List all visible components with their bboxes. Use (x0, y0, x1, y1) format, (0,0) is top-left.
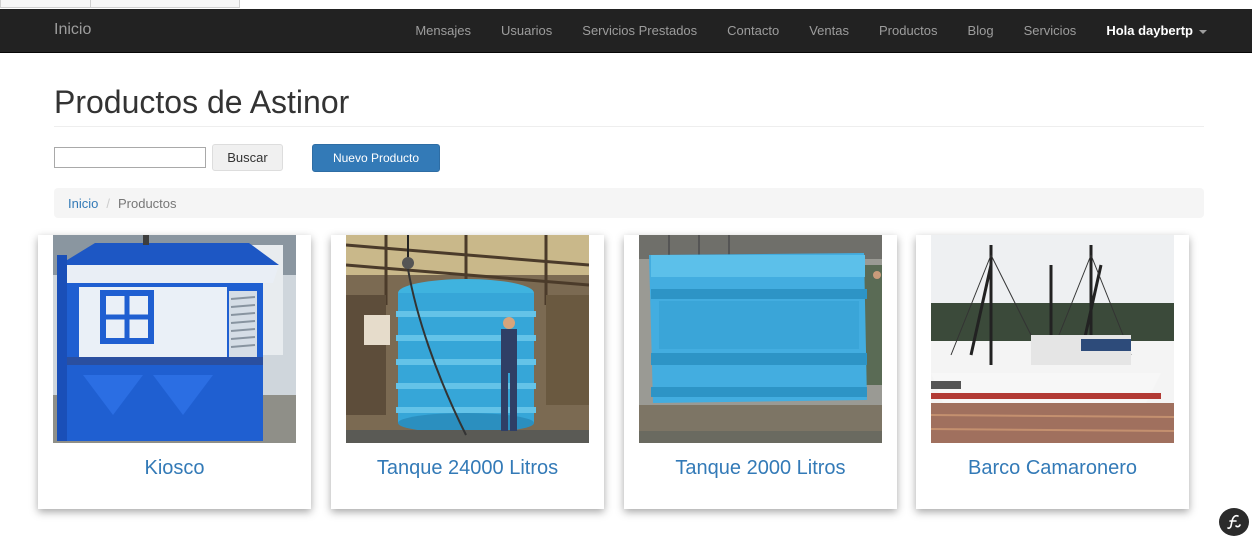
navbar: Inicio Mensajes Usuarios Servicios Prest… (0, 9, 1252, 53)
user-menu-label: Hola daybertp (1106, 23, 1193, 38)
product-card-barco-camaronero[interactable]: Barco Camaronero (916, 235, 1189, 509)
nav-item-contacto[interactable]: Contacto (727, 23, 779, 38)
nav-item-productos[interactable]: Productos (879, 23, 938, 38)
breadcrumb: Inicio / Productos (54, 188, 1204, 218)
product-image-kiosco[interactable] (53, 235, 296, 443)
browser-tab (0, 0, 92, 8)
caret-down-icon (1199, 29, 1207, 34)
nav-item-mensajes[interactable]: Mensajes (415, 23, 471, 38)
product-name[interactable]: Barco Camaronero (916, 457, 1189, 480)
product-card-kiosco[interactable]: Kiosco (38, 235, 311, 509)
nav-item-servicios-prestados[interactable]: Servicios Prestados (582, 23, 697, 38)
product-name[interactable]: Tanque 24000 Litros (331, 457, 604, 480)
nav-item-servicios[interactable]: Servicios (1024, 23, 1077, 38)
product-name[interactable]: Tanque 2000 Litros (624, 457, 897, 480)
product-name[interactable]: Kiosco (38, 457, 311, 480)
product-image-tanque-2000[interactable] (639, 235, 882, 443)
nav-item-usuarios[interactable]: Usuarios (501, 23, 552, 38)
product-card-tanque-24000[interactable]: Tanque 24000 Litros (331, 235, 604, 509)
product-image-tanque-24000[interactable] (346, 235, 589, 443)
title-divider (54, 126, 1204, 127)
browser-top-strip (0, 0, 1252, 9)
nav-item-ventas[interactable]: Ventas (809, 23, 849, 38)
search-input[interactable] (54, 147, 206, 168)
breadcrumb-home[interactable]: Inicio (68, 196, 98, 211)
search-button[interactable]: Buscar (212, 144, 283, 171)
new-product-button[interactable]: Nuevo Producto (312, 144, 440, 172)
symfony-logo (1227, 514, 1241, 529)
nav-item-blog[interactable]: Blog (968, 23, 994, 38)
product-card-tanque-2000[interactable]: Tanque 2000 Litros (624, 235, 897, 509)
navbar-brand[interactable]: Inicio (54, 21, 91, 39)
symfony-icon[interactable] (1219, 508, 1249, 536)
browser-tab (90, 0, 240, 8)
breadcrumb-separator: / (106, 195, 110, 211)
breadcrumb-current: Productos (117, 195, 177, 211)
navbar-menu: Mensajes Usuarios Servicios Prestados Co… (385, 9, 1207, 52)
product-image-barco-camaronero[interactable] (931, 235, 1174, 443)
user-menu[interactable]: Hola daybertp (1106, 23, 1207, 38)
page-title: Productos de Astinor (54, 84, 350, 120)
